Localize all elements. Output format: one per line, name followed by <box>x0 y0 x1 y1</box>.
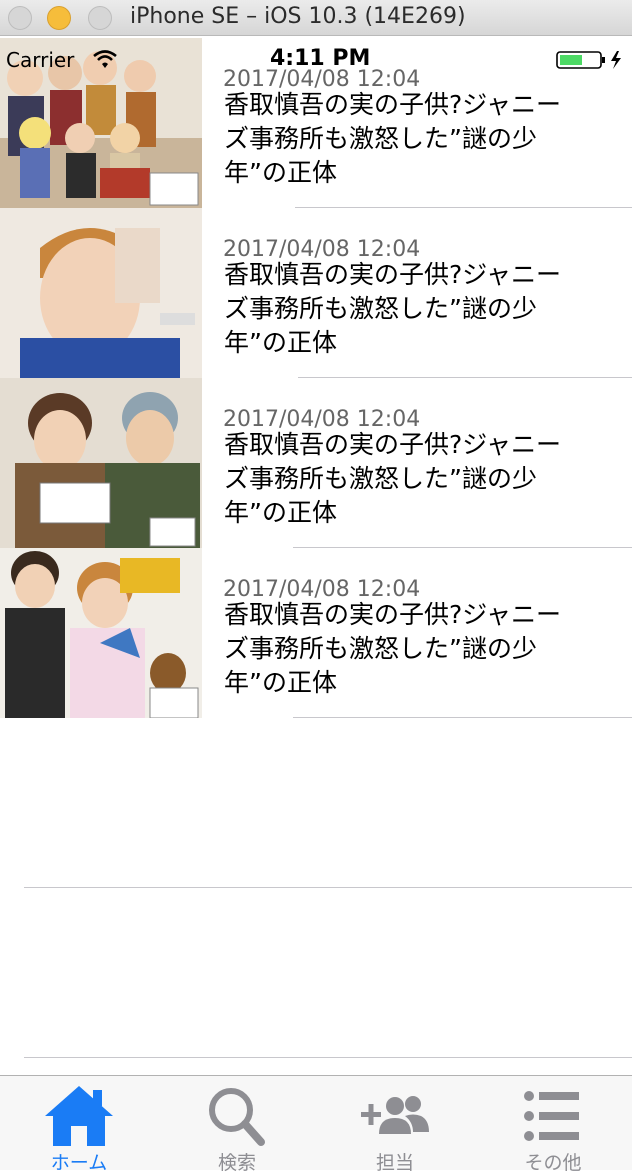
tab-label: 担当 <box>375 1152 414 1174</box>
window-title: iPhone SE – iOS 10.3 (14E269) <box>130 4 466 29</box>
article-row[interactable]: 2017/04/08 12:04 香取慎吾の実の子供?ジャニーズ事務所も激怒した… <box>0 548 632 718</box>
article-thumbnail <box>0 208 202 378</box>
article-title: 香取慎吾の実の子供?ジャニーズ事務所も激怒した”謎の少年”の正体 <box>224 430 562 527</box>
tab-search[interactable]: 検索 <box>158 1076 316 1174</box>
battery-icon <box>556 51 621 69</box>
article-list[interactable]: 2017/04/08 12:04 香取慎吾の実の子供?ジャニーズ事務所も激怒した… <box>0 38 632 1058</box>
tab-other[interactable]: その他 <box>474 1076 632 1174</box>
status-time: 4:11 PM <box>270 46 371 71</box>
thumbnail-image <box>0 548 202 718</box>
tab-label: ホーム <box>50 1152 108 1174</box>
close-window-button[interactable] <box>8 6 32 30</box>
add-people-icon <box>361 1096 429 1134</box>
article-title: 香取慎吾の実の子供?ジャニーズ事務所も激怒した”謎の少年”の正体 <box>224 260 562 357</box>
simulator-title-bar: iPhone SE – iOS 10.3 (14E269) <box>0 0 632 36</box>
zoom-window-button[interactable] <box>88 6 112 30</box>
status-bar: Carrier 4:11 PM <box>0 40 632 76</box>
thumbnail-image <box>0 208 202 378</box>
search-icon <box>209 1088 265 1146</box>
tab-label: その他 <box>524 1152 582 1174</box>
article-thumbnail <box>0 548 202 718</box>
tab-label: 検索 <box>217 1152 256 1174</box>
article-row[interactable]: 2017/04/08 12:04 香取慎吾の実の子供?ジャニーズ事務所も激怒した… <box>0 378 632 548</box>
tab-bar: ホーム 検索 担当 その他 <box>0 1075 632 1174</box>
article-thumbnail <box>0 378 202 548</box>
list-icon <box>524 1091 579 1141</box>
article-title: 香取慎吾の実の子供?ジャニーズ事務所も激怒した”謎の少年”の正体 <box>224 90 562 187</box>
tab-favorites[interactable]: 担当 <box>316 1076 474 1174</box>
minimize-window-button[interactable] <box>47 6 71 30</box>
thumbnail-image <box>0 378 202 548</box>
article-title: 香取慎吾の実の子供?ジャニーズ事務所も激怒した”謎の少年”の正体 <box>224 600 562 697</box>
empty-row <box>0 888 632 1058</box>
tab-home[interactable]: ホーム <box>0 1076 158 1174</box>
empty-row <box>0 718 632 888</box>
article-row[interactable]: 2017/04/08 12:04 香取慎吾の実の子供?ジャニーズ事務所も激怒した… <box>0 208 632 378</box>
carrier-label: Carrier <box>6 48 75 72</box>
wifi-icon <box>93 50 117 68</box>
home-icon <box>45 1086 113 1146</box>
row-separator <box>24 1057 632 1058</box>
